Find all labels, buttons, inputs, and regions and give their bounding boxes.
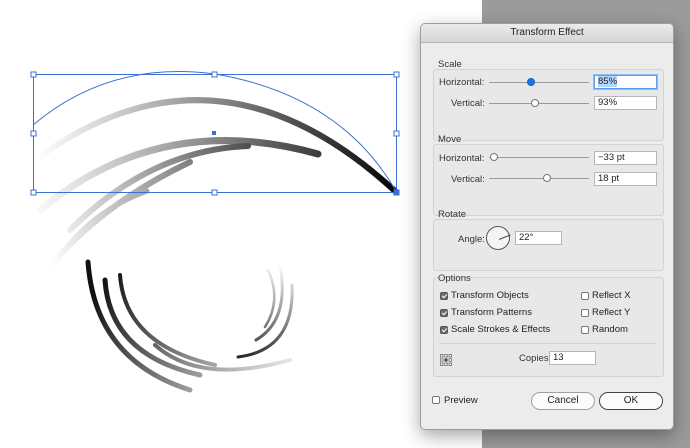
reflect-y-label[interactable]: Reflect Y [592, 307, 630, 318]
handle-bottom-middle [211, 189, 218, 196]
move-horizontal-label: Horizontal: [439, 153, 485, 164]
handle-middle-left [30, 130, 37, 137]
options-section-label: Options [438, 273, 471, 284]
dialog-title[interactable]: Transform Effect [421, 24, 673, 43]
spiral-stroke-10 [236, 283, 294, 359]
move-vertical-field[interactable]: 18 pt [594, 172, 657, 186]
transform-patterns-label[interactable]: Transform Patterns [451, 307, 532, 318]
transform-effect-dialog: Transform Effect Scale Horizontal: 85% V… [420, 23, 674, 430]
spiral-stroke-12 [263, 268, 276, 329]
angle-field[interactable]: 22° [515, 231, 562, 245]
spiral-stroke-7 [102, 277, 203, 378]
cancel-button[interactable]: Cancel [531, 392, 595, 410]
center-point [212, 131, 216, 135]
spiral-stroke-8 [118, 273, 217, 367]
spiral-stroke-2 [36, 137, 322, 214]
spiral-stroke-11 [254, 263, 284, 342]
rotate-group [433, 219, 664, 271]
handle-top-right [393, 71, 400, 78]
handle-top-left [30, 71, 37, 78]
handle-bottom-right [393, 189, 400, 196]
scale-section-label: Scale [438, 59, 462, 70]
angle-label: Angle: [458, 234, 485, 245]
angle-dial-indicator [499, 234, 511, 240]
reference-point-locator-icon[interactable] [440, 354, 452, 366]
handle-top-middle [211, 71, 218, 78]
spiral-artwork[interactable] [19, 97, 399, 393]
random-checkbox[interactable] [581, 326, 589, 334]
scale-strokes-checkbox[interactable] [440, 326, 448, 334]
move-horizontal-field[interactable]: −33 pt [594, 151, 657, 165]
scale-vertical-label: Vertical: [451, 98, 485, 109]
scale-vertical-slider-knob[interactable] [531, 99, 539, 107]
scale-horizontal-label: Horizontal: [439, 77, 485, 88]
ok-button[interactable]: OK [599, 392, 663, 410]
transform-objects-label[interactable]: Transform Objects [451, 290, 529, 301]
handle-bottom-left [30, 189, 37, 196]
scale-horizontal-slider[interactable] [489, 82, 589, 83]
scale-horizontal-slider-knob[interactable] [527, 78, 535, 86]
spiral-stroke-4 [57, 159, 193, 258]
preview-checkbox[interactable] [432, 396, 440, 404]
angle-dial[interactable] [486, 226, 511, 250]
move-vertical-slider[interactable] [489, 178, 589, 179]
transform-patterns-checkbox[interactable] [440, 309, 448, 317]
handle-middle-right [393, 130, 400, 137]
copies-field[interactable]: 13 [549, 351, 596, 365]
move-vertical-slider-knob[interactable] [543, 174, 551, 182]
move-section-label: Move [438, 134, 462, 145]
reflect-x-checkbox[interactable] [581, 292, 589, 300]
scale-strokes-label[interactable]: Scale Strokes & Effects [451, 324, 550, 335]
random-label[interactable]: Random [592, 324, 628, 335]
copies-label: Copies [519, 353, 549, 364]
reflect-y-checkbox[interactable] [581, 309, 589, 317]
transform-objects-checkbox[interactable] [440, 292, 448, 300]
options-divider [439, 343, 656, 344]
preview-label[interactable]: Preview [444, 395, 478, 406]
scale-vertical-slider[interactable] [489, 103, 589, 104]
move-horizontal-slider[interactable] [489, 157, 589, 158]
spiral-stroke-1 [19, 97, 399, 195]
scale-horizontal-field[interactable]: 85% [594, 75, 657, 89]
rotate-section-label: Rotate [438, 209, 466, 220]
reflect-x-label[interactable]: Reflect X [592, 290, 631, 301]
move-horizontal-slider-knob[interactable] [490, 153, 498, 161]
scale-vertical-field[interactable]: 93% [594, 96, 657, 110]
move-vertical-label: Vertical: [451, 174, 485, 185]
